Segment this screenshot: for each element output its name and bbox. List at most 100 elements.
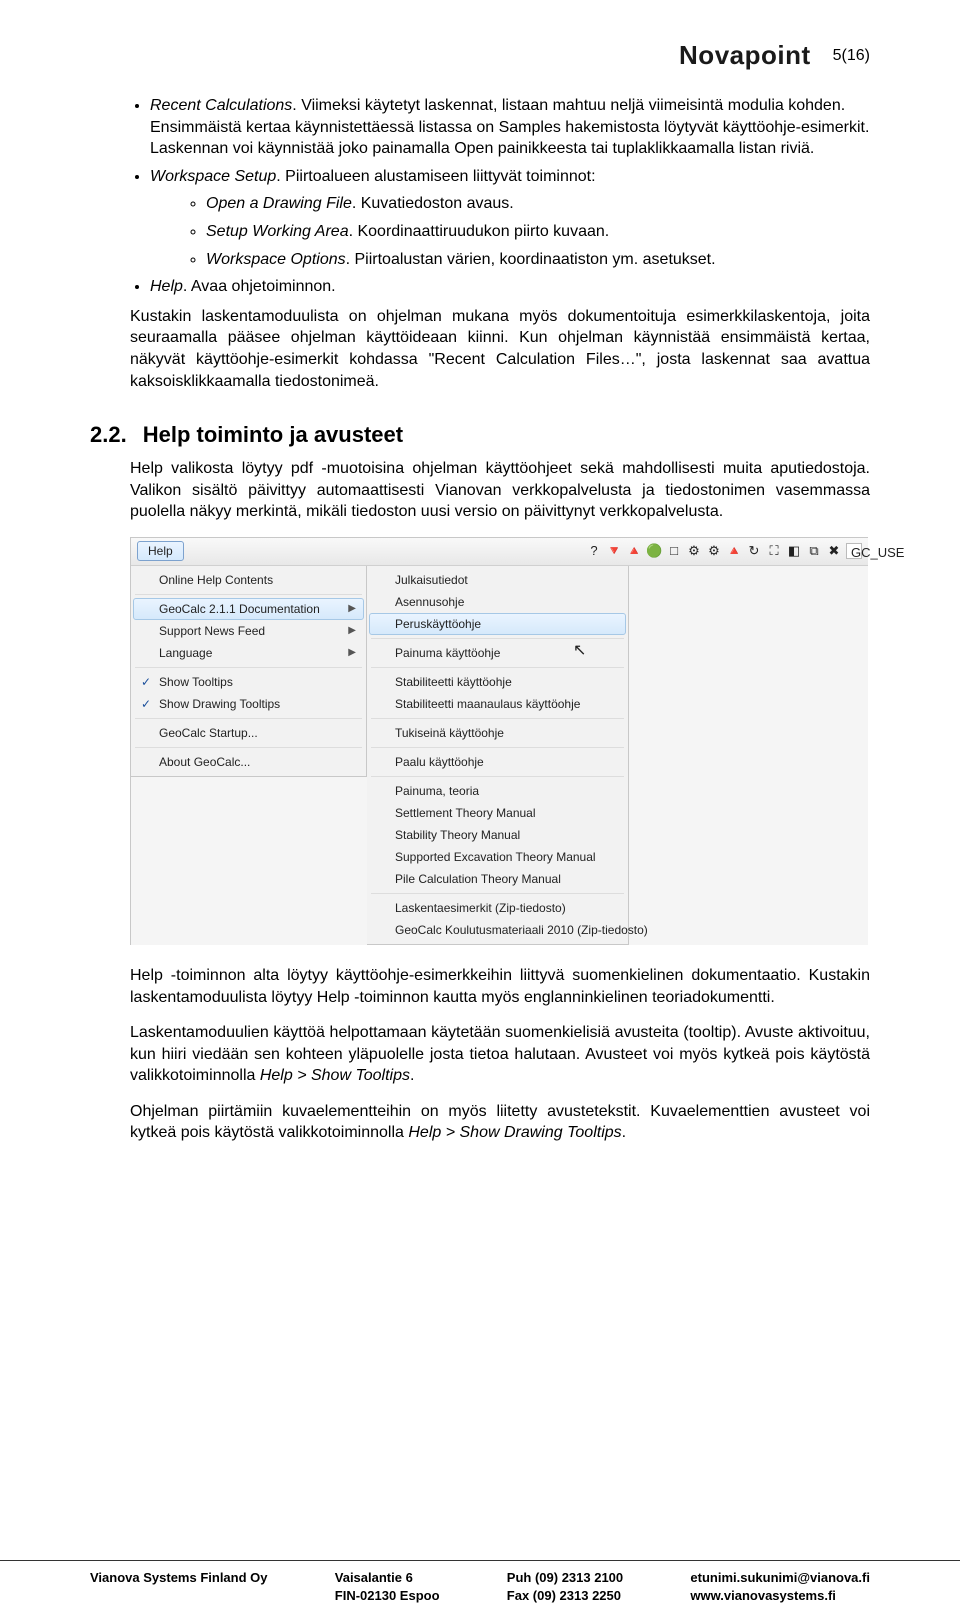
sub-lead: Open a Drawing File [206,195,352,212]
toolbar-icon[interactable]: ◧ [786,543,802,559]
submenu-item-label: Settlement Theory Manual [395,806,536,820]
toolbar-icon[interactable]: ⚙ [706,543,722,559]
submenu-item[interactable]: Stabiliteetti käyttöohje [369,671,626,693]
menu-separator [135,594,362,595]
submenu-item[interactable]: Settlement Theory Manual [369,802,626,824]
submenu-item[interactable]: Julkaisutiedot [369,569,626,591]
gc-use-label: GC_USE [846,543,862,559]
toolbar-icon[interactable]: ⛶ [766,543,782,559]
menu-item[interactable]: Support News Feed ▶ [133,620,364,642]
list-item: Recent Calculations. Viimeksi käytetyt l… [150,95,870,160]
toolbar-icon[interactable]: ↻ [746,543,762,559]
menu-item-label: Show Drawing Tooltips [159,697,280,711]
toolbar-icon[interactable]: □ [666,543,682,559]
menu-item-label: Support News Feed [159,624,265,638]
submenu-item[interactable]: Stabiliteetti maanaulaus käyttöohje [369,693,626,715]
bullet-sublist: Open a Drawing File. Kuvatiedoston avaus… [150,193,870,270]
street: Vaisalantie 6 [335,1570,413,1585]
brand-logo: Novapoint [679,40,811,71]
submenu-item-label: Painuma käyttöohje [395,646,500,660]
menu-item[interactable]: About GeoCalc... [133,751,364,773]
chevron-right-icon: ▶ [348,603,356,614]
submenu-item-label: GeoCalc Koulutusmateriaali 2010 (Zip-tie… [395,923,648,937]
submenu-item-label: Julkaisutiedot [395,573,468,587]
bullet-list-1: Recent Calculations. Viimeksi käytetyt l… [90,95,870,298]
menu-item[interactable]: GeoCalc Startup... [133,722,364,744]
email: etunimi.sukunimi@vianova.fi [690,1570,870,1585]
menu-item[interactable]: Show Drawing Tooltips [133,693,364,715]
page-count: 5(16) [833,47,870,65]
paragraph: Help valikosta löytyy pdf -muotoisina oh… [130,458,870,523]
submenu-item-label: Stabiliteetti maanaulaus käyttöohje [395,697,580,711]
chevron-right-icon: ▶ [348,625,356,636]
toolbar-icon[interactable]: 🔺 [726,543,742,559]
submenu-item[interactable]: Pile Calculation Theory Manual [369,868,626,890]
bullet-lead: Workspace Setup [150,168,276,185]
toolbar-icon[interactable]: 🟢 [646,543,662,559]
page-header: Novapoint 5(16) [90,40,870,71]
menu-item-label: About GeoCalc... [159,755,250,769]
sub-rest: . Kuvatiedoston avaus. [352,195,514,212]
footer-phone: Puh (09) 2313 2100 Fax (09) 2313 2250 [507,1569,623,1605]
page-content: Novapoint 5(16) Recent Calculations. Vii… [0,0,960,1530]
bullet-lead: Help [150,278,183,295]
list-item: Workspace Options. Piirtoalustan värien,… [206,249,870,271]
bullet-lead: Recent Calculations [150,97,292,114]
submenu-item[interactable]: Painuma käyttöohje [369,642,626,664]
submenu-item[interactable]: Laskentaesimerkit (Zip-tiedosto) [369,897,626,919]
list-item: Setup Working Area. Koordinaattiruudukon… [206,221,870,243]
submenu-item[interactable]: Stability Theory Manual [369,824,626,846]
submenu-item-label: Painuma, teoria [395,784,479,798]
sub-lead: Workspace Options [206,251,346,268]
menu-item[interactable]: Show Tooltips [133,671,364,693]
bullet-rest: . Piirtoalueen alustamiseen liittyvät to… [276,168,595,185]
submenu-item-label: Supported Excavation Theory Manual [395,850,596,864]
submenu-item-label: Peruskäyttöohje [395,617,481,631]
toolbar-icon[interactable]: ⚙ [686,543,702,559]
section-heading: 2.2. Help toiminto ja avusteet [90,422,870,448]
help-menu-button[interactable]: Help [137,541,184,561]
menu-separator [135,667,362,668]
menu-separator [135,747,362,748]
submenu-item[interactable]: Painuma, teoria [369,780,626,802]
menu-item-label: Language [159,646,212,660]
submenu-item-label: Laskentaesimerkit (Zip-tiedosto) [395,901,566,915]
menu-item-label: Online Help Contents [159,573,273,587]
menu-separator [371,776,624,777]
submenu-item[interactable]: Paalu käyttöohje [369,751,626,773]
menu-separator [371,667,624,668]
para-text: Laskentamoduulien käyttöä helpottamaan k… [130,1024,870,1084]
bullet-rest: . Avaa ohjetoiminnon. [183,278,336,295]
toolbar-close-icon[interactable]: ✖ [826,543,842,559]
submenu-item[interactable]: Peruskäyttöohje [369,613,626,635]
toolbar-icons: ? 🔻 🔺 🟢 □ ⚙ ⚙ 🔺 ↻ ⛶ ◧ ⧉ ✖ GC_USE [586,543,868,559]
menu-separator [371,718,624,719]
list-item: Open a Drawing File. Kuvatiedoston avaus… [206,193,870,215]
submenu-item-label: Paalu käyttöohje [395,755,484,769]
footer-web: etunimi.sukunimi@vianova.fi www.vianovas… [690,1569,870,1605]
menu-item-label: Show Tooltips [159,675,233,689]
menu-item-label: GeoCalc 2.1.1 Documentation [159,602,320,616]
menu-separator [371,638,624,639]
menu-item[interactable]: GeoCalc 2.1.1 Documentation ▶ [133,598,364,620]
submenu-item[interactable]: Asennusohje [369,591,626,613]
submenu-item-label: Tukiseinä käyttöohje [395,726,504,740]
sub-rest: . Piirtoalustan värien, koordinaatiston … [346,251,716,268]
toolbar-icon[interactable]: 🔺 [626,543,642,559]
app-toolbar: Help ? 🔻 🔺 🟢 □ ⚙ ⚙ 🔺 ↻ ⛶ ◧ ⧉ ✖ GC_USE [131,538,868,566]
page-footer: Vianova Systems Finland Oy Vaisalantie 6… [0,1560,960,1605]
section-number: 2.2. [90,422,127,448]
toolbar-icon[interactable]: 🔻 [606,543,622,559]
menu-item[interactable]: Language▶ [133,642,364,664]
sub-rest: . Koordinaattiruudukon piirto kuvaan. [349,223,610,240]
toolbar-icon[interactable]: ⧉ [806,543,822,559]
help-sub-menu: Julkaisutiedot Asennusohje Peruskäyttöohje… [367,566,629,945]
city: FIN-02130 Espoo [335,1588,440,1603]
toolbar-help-icon[interactable]: ? [586,543,602,559]
submenu-item[interactable]: GeoCalc Koulutusmateriaali 2010 (Zip-tie… [369,919,626,941]
menu-path: Help > Show Tooltips [260,1067,410,1084]
menu-item[interactable]: Online Help Contents [133,569,364,591]
menu-separator [135,718,362,719]
submenu-item[interactable]: Tukiseinä käyttöohje [369,722,626,744]
submenu-item[interactable]: Supported Excavation Theory Manual [369,846,626,868]
